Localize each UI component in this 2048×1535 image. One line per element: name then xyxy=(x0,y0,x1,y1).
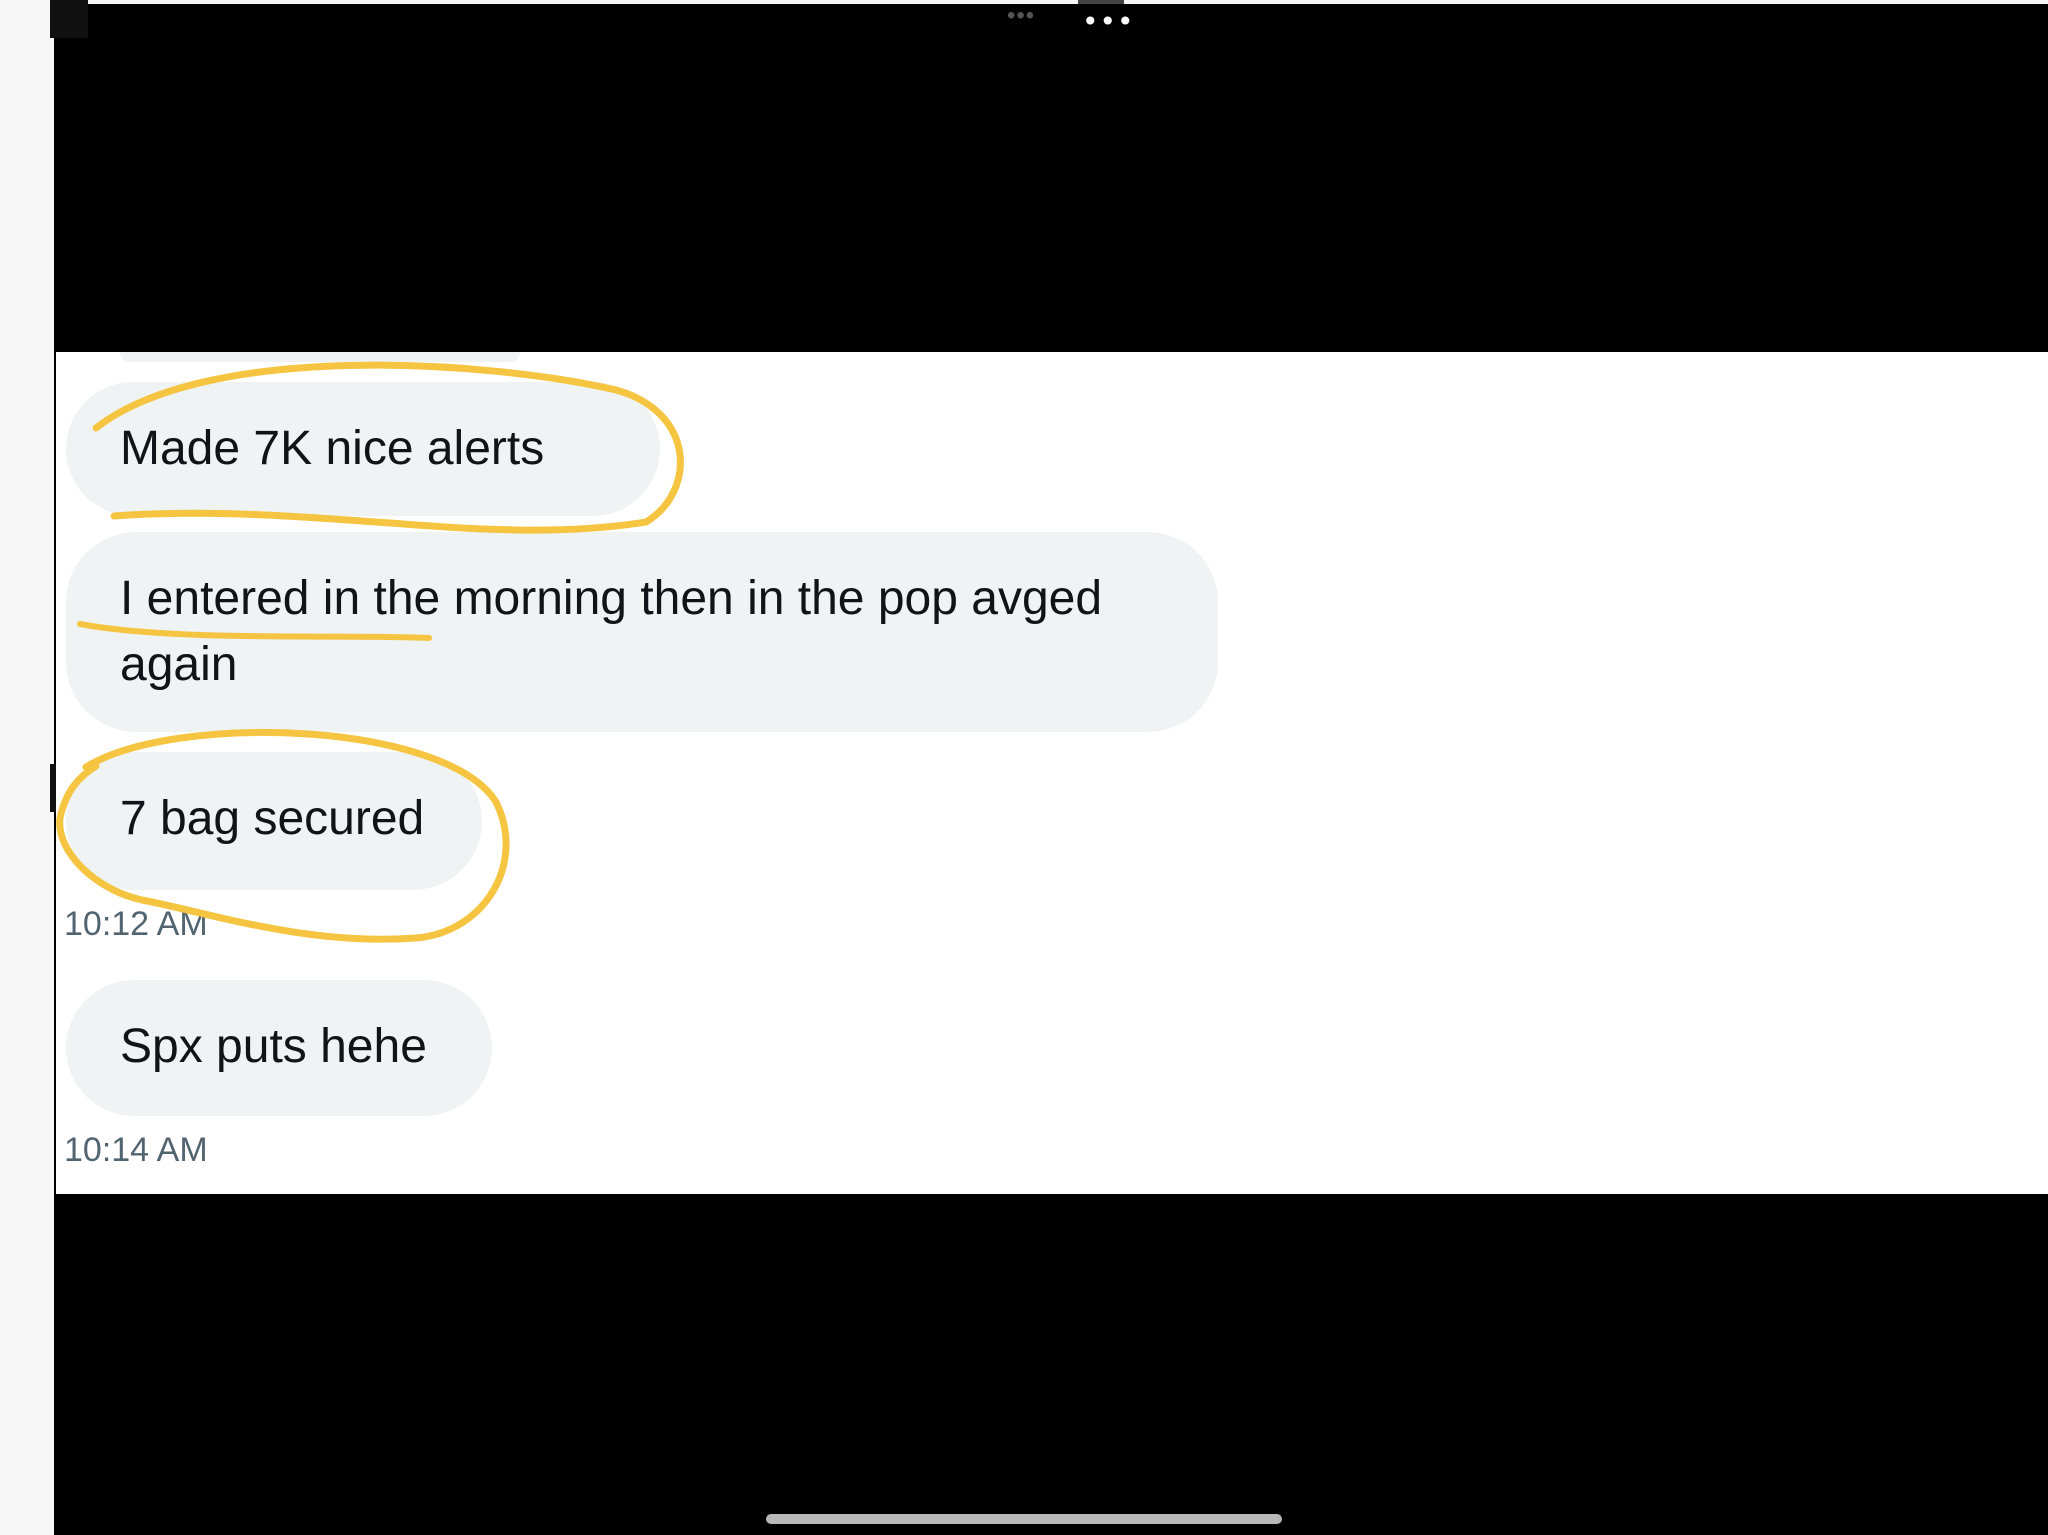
message-bubble[interactable]: Made 7K nice alerts xyxy=(66,382,660,516)
message-bubble-partial xyxy=(120,352,520,362)
edge-marker xyxy=(50,0,88,38)
home-indicator[interactable] xyxy=(766,1514,1282,1524)
message-timestamp: 10:14 AM xyxy=(64,1131,208,1169)
more-dots-icon: ••• xyxy=(1007,2,1036,29)
message-text: 7 bag secured xyxy=(120,792,425,845)
message-bubble[interactable]: I entered in the morning then in the pop… xyxy=(66,532,1218,732)
top-indicator xyxy=(1078,0,1124,4)
message-text: Made 7K nice alerts xyxy=(120,422,545,475)
message-bubble[interactable]: 7 bag secured xyxy=(66,752,482,890)
more-options-icon[interactable]: ••• xyxy=(1082,8,1135,36)
message-text: Spx puts hehe xyxy=(120,1020,427,1073)
message-bubble[interactable]: Spx puts hehe xyxy=(66,980,492,1116)
message-text: I entered in the morning then in the pop… xyxy=(120,572,1103,691)
message-thread: Made 7K nice alerts I entered in the mor… xyxy=(56,352,2048,1194)
message-timestamp: 10:12 AM xyxy=(64,905,208,943)
